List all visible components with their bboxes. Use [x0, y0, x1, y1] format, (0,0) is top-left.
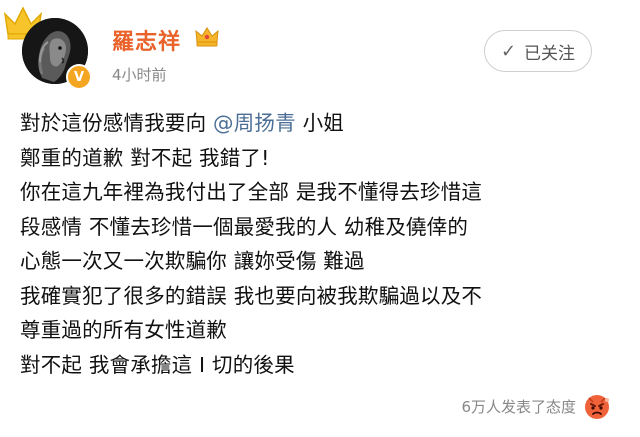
check-icon: ✓ [500, 40, 517, 62]
mention-link[interactable]: @周扬青 [213, 111, 296, 135]
reactions-bar[interactable]: 6万人发表了态度 [461, 391, 612, 421]
follow-button[interactable]: ✓ 已关注 [484, 30, 592, 72]
username[interactable]: 羅志祥 [112, 24, 181, 56]
content-line: 對於這份感情我要向 @周扬青 小姐 [20, 106, 630, 141]
content-line: 你在這九年裡為我付出了全部 是我不懂得去珍惜這 [20, 180, 483, 204]
vip-crown-icon [195, 27, 219, 47]
post-header: V 羅志祥 4小时前 ✓ 已关注 [0, 0, 640, 96]
content-line: 我確實犯了很多的錯誤 我也要向被我欺騙過以及不 [20, 283, 483, 308]
content-line: 對不起 我會承擔這 I 切的後果 [20, 352, 295, 377]
content-text: 對於這份感情我要向 [20, 111, 207, 135]
reactions-summary: 6万人发表了态度 [461, 397, 576, 416]
content-line: 鄭重的道歉 對不起 我錯了! [20, 145, 270, 170]
post-content: 對於這份感情我要向 @周扬青 小姐 鄭重的道歉 對不起 我錯了! 你在這九年裡為… [20, 106, 630, 382]
content-line: 心態一次又一次欺騙你 讓妳受傷 難過 [20, 249, 365, 273]
content-line: 段感情 不懂去珍惜一個最愛我的人 幼稚及僥倖的 [20, 214, 469, 239]
content-text: 小姐 [302, 111, 344, 135]
follow-button-label: 已关注 [524, 43, 576, 64]
post-timestamp: 4小时前 [112, 66, 167, 84]
content-line: 尊重過的所有女性道歉 [20, 318, 227, 342]
angry-face-icon[interactable] [582, 391, 612, 421]
verified-badge: V [66, 64, 92, 90]
